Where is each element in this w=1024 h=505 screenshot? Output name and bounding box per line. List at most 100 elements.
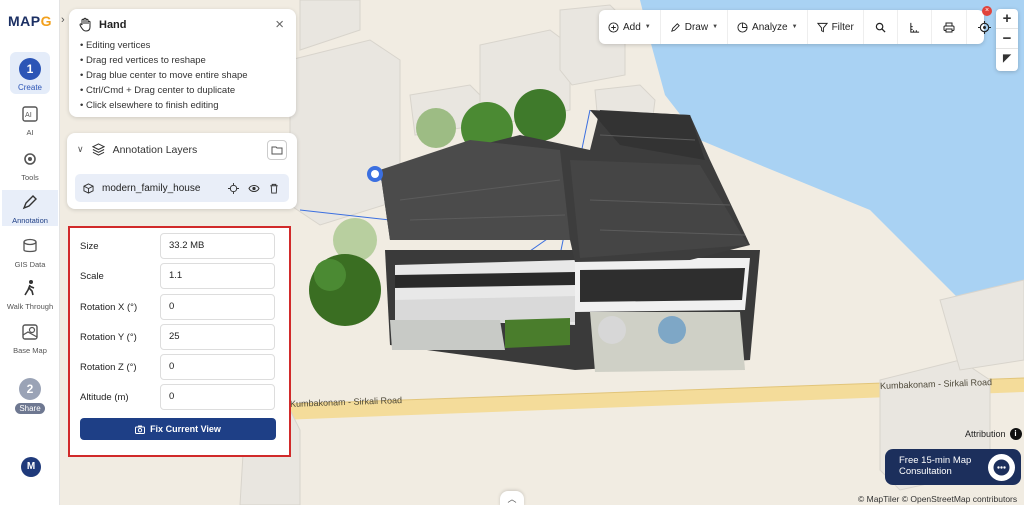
left-sidebar: MAPG 1 Create AI AI Tools Annotation GIS… xyxy=(0,0,60,505)
caret-down-icon: ▼ xyxy=(712,24,719,30)
layers-header[interactable]: ∨ Annotation Layers xyxy=(77,143,197,156)
size-value: 33.2 MB xyxy=(160,233,275,259)
list-item: • Ctrl/Cmd + Drag center to duplicate xyxy=(80,85,236,96)
avatar[interactable]: M xyxy=(21,457,41,477)
model-properties-panel: Size 33.2 MB Scale 1.1 Rotation X (°) 0 … xyxy=(68,226,291,457)
rotation-y-row: Rotation Y (°) 25 xyxy=(80,324,276,350)
analyze-button[interactable]: Analyze ▼ xyxy=(728,10,808,44)
compass-button[interactable]: ◤ xyxy=(996,49,1018,69)
analyze-label: Analyze xyxy=(752,21,788,33)
caret-down-icon: ▼ xyxy=(791,24,798,30)
annotation-layers-panel: ∨ Annotation Layers modern_family_house xyxy=(67,133,297,209)
sidebar-item-ai[interactable]: AI AI xyxy=(2,105,58,137)
trash-icon[interactable] xyxy=(269,183,279,194)
target-icon[interactable] xyxy=(228,182,239,194)
rotation-y-input[interactable]: 25 xyxy=(160,324,275,350)
step-number: 2 xyxy=(19,378,41,400)
layers-icon xyxy=(23,238,37,253)
attribution-toggle[interactable]: Attribution i xyxy=(965,428,1022,440)
panel-title: Annotation Layers xyxy=(112,143,198,156)
sidebar-item-annotation[interactable]: Annotation xyxy=(2,190,58,226)
hand-icon xyxy=(79,17,91,32)
sidebar-item-label: Annotation xyxy=(12,216,48,225)
printer-icon xyxy=(943,22,955,32)
search-button[interactable] xyxy=(864,10,898,44)
chat-bubble-icon xyxy=(993,459,1010,476)
measure-button[interactable] xyxy=(898,10,932,44)
top-toolbar: Add ▼ Draw ▼ Analyze ▼ Filter xyxy=(599,10,991,44)
rotation-z-input[interactable]: 0 xyxy=(160,354,275,380)
step-number: 1 xyxy=(19,58,41,80)
caret-down-icon: ▼ xyxy=(644,24,651,30)
chevron-right-icon[interactable]: › xyxy=(61,14,65,26)
altitude-input[interactable]: 0 xyxy=(160,384,275,410)
sidebar-item-walk-through[interactable]: Walk Through xyxy=(2,279,58,311)
scale-input[interactable]: 1.1 xyxy=(160,263,275,289)
draw-label: Draw xyxy=(684,21,709,33)
sidebar-item-tools[interactable]: Tools xyxy=(2,150,58,182)
hand-tips-list: • Editing vertices • Drag red vertices t… xyxy=(80,38,248,113)
filter-icon xyxy=(816,22,828,32)
zoom-controls: + − ◤ xyxy=(996,9,1018,71)
rotation-z-label: Rotation Z (°) xyxy=(80,361,137,373)
rotation-x-input[interactable]: 0 xyxy=(160,294,275,320)
pencil-icon xyxy=(670,22,680,32)
chat-button[interactable] xyxy=(988,454,1015,481)
step-create[interactable]: 1 Create xyxy=(10,52,50,94)
add-label: Add xyxy=(623,21,641,33)
sidebar-item-gis-data[interactable]: GIS Data xyxy=(2,237,58,269)
compass-icon: ◤ xyxy=(1003,53,1011,64)
map-copyright: © MapTiler © OpenStreetMap contributors xyxy=(858,494,1018,504)
chevron-up-icon[interactable]: ︿ xyxy=(500,491,524,505)
pen-icon xyxy=(22,195,37,210)
rotation-x-label: Rotation X (°) xyxy=(80,301,138,313)
filter-button[interactable]: Filter xyxy=(808,10,864,44)
fix-current-view-button[interactable]: Fix Current View xyxy=(80,418,276,440)
sidebar-item-label: AI xyxy=(26,128,34,137)
camera-icon xyxy=(135,425,146,434)
list-item: • Drag blue center to move entire shape xyxy=(80,70,248,81)
ruler-icon xyxy=(910,22,919,33)
zoom-out-button[interactable]: − xyxy=(996,29,1018,49)
sidebar-item-label: Base Map xyxy=(13,346,47,355)
filter-label: Filter xyxy=(831,21,854,33)
layer-name: modern_family_house xyxy=(102,182,201,194)
rotation-z-row: Rotation Z (°) 0 xyxy=(80,354,276,380)
add-button[interactable]: Add ▼ xyxy=(599,10,661,44)
list-item: • Click elsewhere to finish editing xyxy=(80,100,219,111)
gear-icon xyxy=(24,153,36,165)
rotation-x-row: Rotation X (°) 0 xyxy=(80,294,276,320)
close-icon[interactable]: × xyxy=(275,17,284,32)
scale-row: Scale 1.1 xyxy=(80,263,276,289)
pie-chart-icon xyxy=(737,21,748,33)
rotation-y-label: Rotation Y (°) xyxy=(80,331,137,343)
draw-button[interactable]: Draw ▼ xyxy=(661,10,729,44)
hand-tool-panel: Hand × • Editing vertices • Drag red ver… xyxy=(69,9,296,117)
folder-button[interactable] xyxy=(267,140,287,160)
fix-button-label: Fix Current View xyxy=(150,424,221,434)
svg-text:AI: AI xyxy=(25,111,32,119)
layer-row[interactable]: modern_family_house xyxy=(75,174,289,202)
close-toolbar-icon[interactable]: × xyxy=(982,6,992,16)
scale-label: Scale xyxy=(80,270,104,282)
sidebar-item-label: Tools xyxy=(21,173,39,182)
attribution-label: Attribution xyxy=(965,429,1006,439)
cube-icon xyxy=(83,182,94,194)
search-icon xyxy=(875,22,886,33)
chevron-down-icon[interactable]: ∨ xyxy=(77,144,84,155)
folder-icon xyxy=(271,146,283,155)
zoom-in-button[interactable]: + xyxy=(996,9,1018,29)
step-share[interactable]: 2 Share xyxy=(10,378,50,418)
step-label: Create xyxy=(17,83,42,92)
altitude-label: Altitude (m) xyxy=(80,391,129,403)
app-logo[interactable]: MAPG xyxy=(8,13,52,29)
consultation-widget[interactable]: Free 15-min Map Consultation xyxy=(885,449,1021,485)
step-label: Share xyxy=(15,403,45,414)
size-label: Size xyxy=(80,240,99,252)
sidebar-item-base-map[interactable]: Base Map xyxy=(2,323,58,355)
print-button[interactable] xyxy=(932,10,967,44)
crosshair-icon xyxy=(977,20,991,34)
eye-icon[interactable] xyxy=(248,183,260,194)
sidebar-item-label: Walk Through xyxy=(6,302,54,311)
altitude-row: Altitude (m) 0 xyxy=(80,384,276,410)
